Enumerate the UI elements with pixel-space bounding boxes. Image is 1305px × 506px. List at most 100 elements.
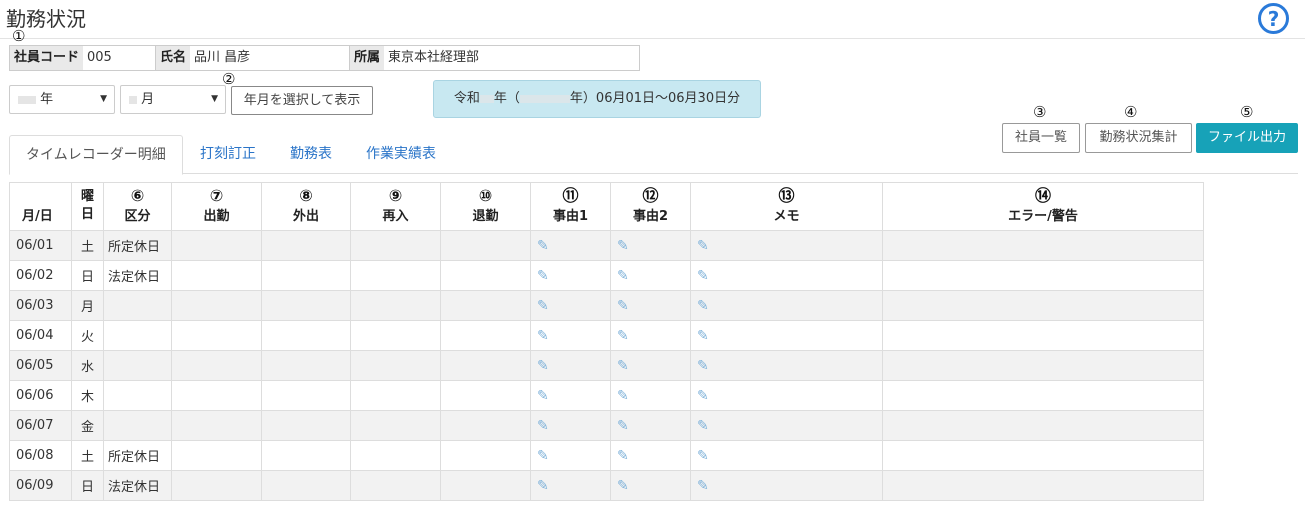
clock-out-cell[interactable] bbox=[440, 260, 531, 291]
memo-cell[interactable]: ✎ bbox=[690, 470, 883, 501]
clock-in-cell[interactable] bbox=[171, 470, 262, 501]
clock-out-cell[interactable] bbox=[440, 410, 531, 441]
memo-cell[interactable]: ✎ bbox=[690, 320, 883, 351]
pencil-icon[interactable]: ✎ bbox=[617, 238, 629, 254]
reason2-cell[interactable]: ✎ bbox=[610, 380, 691, 411]
memo-cell[interactable]: ✎ bbox=[690, 350, 883, 381]
out-cell[interactable] bbox=[261, 290, 351, 321]
clock-in-cell[interactable] bbox=[171, 410, 262, 441]
clock-out-cell[interactable] bbox=[440, 470, 531, 501]
return-cell[interactable] bbox=[350, 320, 441, 351]
out-cell[interactable] bbox=[261, 320, 351, 351]
memo-cell[interactable]: ✎ bbox=[690, 290, 883, 321]
pencil-icon[interactable]: ✎ bbox=[697, 418, 709, 434]
pencil-icon[interactable]: ✎ bbox=[537, 448, 549, 464]
reason2-cell[interactable]: ✎ bbox=[610, 290, 691, 321]
pencil-icon[interactable]: ✎ bbox=[697, 478, 709, 494]
clock-out-cell[interactable] bbox=[440, 230, 531, 261]
month-select[interactable]: 月 ▼ bbox=[120, 85, 226, 114]
pencil-icon[interactable]: ✎ bbox=[537, 298, 549, 314]
reason1-cell[interactable]: ✎ bbox=[530, 320, 611, 351]
memo-cell[interactable]: ✎ bbox=[690, 440, 883, 471]
column-header: ⑬ メモ bbox=[690, 182, 883, 231]
pencil-icon[interactable]: ✎ bbox=[697, 268, 709, 284]
pencil-icon[interactable]: ✎ bbox=[537, 238, 549, 254]
tab-time-recorder[interactable]: タイムレコーダー明細 bbox=[9, 135, 183, 175]
return-cell[interactable] bbox=[350, 380, 441, 411]
reason2-cell[interactable]: ✎ bbox=[610, 230, 691, 261]
pencil-icon[interactable]: ✎ bbox=[697, 358, 709, 374]
pencil-icon[interactable]: ✎ bbox=[617, 448, 629, 464]
pencil-icon[interactable]: ✎ bbox=[537, 268, 549, 284]
return-cell[interactable] bbox=[350, 230, 441, 261]
reason1-cell[interactable]: ✎ bbox=[530, 410, 611, 441]
reason2-cell[interactable]: ✎ bbox=[610, 260, 691, 291]
pencil-icon[interactable]: ✎ bbox=[697, 448, 709, 464]
reason2-cell[interactable]: ✎ bbox=[610, 350, 691, 381]
pencil-icon[interactable]: ✎ bbox=[617, 328, 629, 344]
clock-in-cell[interactable] bbox=[171, 230, 262, 261]
clock-out-cell[interactable] bbox=[440, 320, 531, 351]
clock-in-cell[interactable] bbox=[171, 260, 262, 291]
tab-work-record[interactable]: 作業実績表 bbox=[350, 135, 452, 174]
pencil-icon[interactable]: ✎ bbox=[697, 388, 709, 404]
pencil-icon[interactable]: ✎ bbox=[537, 358, 549, 374]
return-cell[interactable] bbox=[350, 410, 441, 441]
memo-cell[interactable]: ✎ bbox=[690, 410, 883, 441]
reason2-cell[interactable]: ✎ bbox=[610, 470, 691, 501]
return-cell[interactable] bbox=[350, 260, 441, 291]
out-cell[interactable] bbox=[261, 230, 351, 261]
reason1-cell[interactable]: ✎ bbox=[530, 380, 611, 411]
out-cell[interactable] bbox=[261, 350, 351, 381]
show-period-button[interactable]: 年月を選択して表示 bbox=[231, 86, 373, 115]
reason1-cell[interactable]: ✎ bbox=[530, 290, 611, 321]
pencil-icon[interactable]: ✎ bbox=[697, 298, 709, 314]
clock-in-cell[interactable] bbox=[171, 350, 262, 381]
reason1-cell[interactable]: ✎ bbox=[530, 470, 611, 501]
pencil-icon[interactable]: ✎ bbox=[697, 328, 709, 344]
reason2-cell[interactable]: ✎ bbox=[610, 320, 691, 351]
clock-out-cell[interactable] bbox=[440, 350, 531, 381]
pencil-icon[interactable]: ✎ bbox=[617, 298, 629, 314]
annotation-3: ③ bbox=[1033, 103, 1047, 121]
pencil-icon[interactable]: ✎ bbox=[537, 418, 549, 434]
pencil-icon[interactable]: ✎ bbox=[617, 388, 629, 404]
pencil-icon[interactable]: ✎ bbox=[617, 268, 629, 284]
pencil-icon[interactable]: ✎ bbox=[537, 478, 549, 494]
pencil-icon[interactable]: ✎ bbox=[537, 328, 549, 344]
out-cell[interactable] bbox=[261, 440, 351, 471]
year-select[interactable]: 年 ▼ bbox=[9, 85, 115, 114]
clock-in-cell[interactable] bbox=[171, 380, 262, 411]
out-cell[interactable] bbox=[261, 260, 351, 291]
memo-cell[interactable]: ✎ bbox=[690, 380, 883, 411]
clock-in-cell[interactable] bbox=[171, 440, 262, 471]
reason2-cell[interactable]: ✎ bbox=[610, 410, 691, 441]
reason1-cell[interactable]: ✎ bbox=[530, 440, 611, 471]
out-cell[interactable] bbox=[261, 410, 351, 441]
pencil-icon[interactable]: ✎ bbox=[617, 358, 629, 374]
memo-cell[interactable]: ✎ bbox=[690, 260, 883, 291]
reason2-cell[interactable]: ✎ bbox=[610, 440, 691, 471]
pencil-icon[interactable]: ✎ bbox=[617, 418, 629, 434]
help-icon[interactable]: ? bbox=[1258, 3, 1289, 34]
return-cell[interactable] bbox=[350, 440, 441, 471]
clock-out-cell[interactable] bbox=[440, 380, 531, 411]
pencil-icon[interactable]: ✎ bbox=[617, 478, 629, 494]
memo-cell[interactable]: ✎ bbox=[690, 230, 883, 261]
tab-punch-correction[interactable]: 打刻訂正 bbox=[184, 135, 272, 174]
reason1-cell[interactable]: ✎ bbox=[530, 260, 611, 291]
return-cell[interactable] bbox=[350, 290, 441, 321]
clock-in-cell[interactable] bbox=[171, 290, 262, 321]
clock-out-cell[interactable] bbox=[440, 440, 531, 471]
pencil-icon[interactable]: ✎ bbox=[537, 388, 549, 404]
tab-timesheet[interactable]: 勤務表 bbox=[274, 135, 348, 174]
reason1-cell[interactable]: ✎ bbox=[530, 230, 611, 261]
out-cell[interactable] bbox=[261, 380, 351, 411]
return-cell[interactable] bbox=[350, 470, 441, 501]
clock-in-cell[interactable] bbox=[171, 320, 262, 351]
pencil-icon[interactable]: ✎ bbox=[697, 238, 709, 254]
reason1-cell[interactable]: ✎ bbox=[530, 350, 611, 381]
return-cell[interactable] bbox=[350, 350, 441, 381]
out-cell[interactable] bbox=[261, 470, 351, 501]
clock-out-cell[interactable] bbox=[440, 290, 531, 321]
